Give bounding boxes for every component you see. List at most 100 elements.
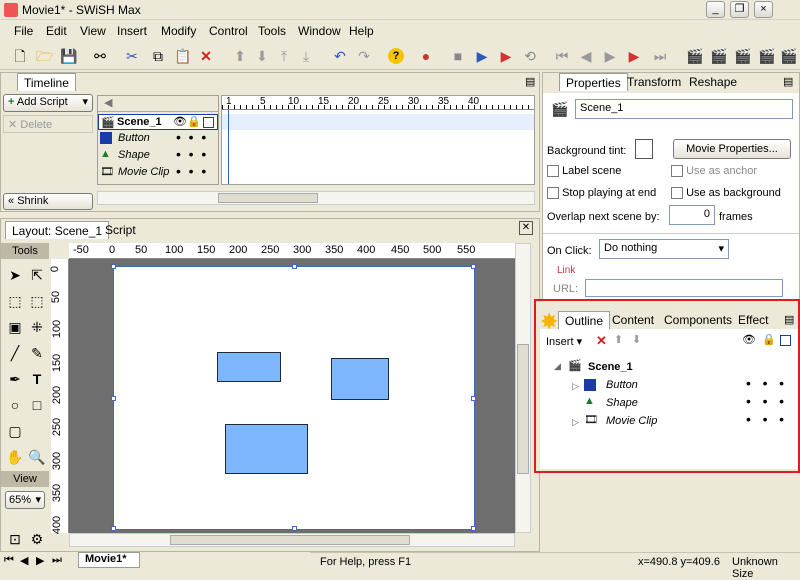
scroll-thumb[interactable] <box>218 193 318 203</box>
playhead[interactable] <box>228 110 229 184</box>
menu-insert[interactable]: Insert <box>117 24 147 38</box>
select-arrow-icon[interactable]: ➤ <box>5 265 25 285</box>
tab-components[interactable]: Components <box>658 311 738 329</box>
menu-modify[interactable]: Modify <box>161 24 196 38</box>
reshape-icon[interactable]: ⬚ <box>27 291 47 311</box>
lock-icon[interactable]: 🔒 <box>187 115 201 128</box>
redo-icon[interactable]: ↷ <box>356 48 372 64</box>
menu-tools[interactable]: Tools <box>258 24 286 38</box>
last-doc-icon[interactable]: ⏭ <box>52 554 62 567</box>
layer-row-shape[interactable]: ▲ Shape • • • <box>98 146 218 164</box>
autoshape-icon[interactable]: ▢ <box>5 421 25 441</box>
ellipse-icon[interactable]: ○ <box>5 395 25 415</box>
tab-timeline[interactable]: Timeline <box>17 73 76 91</box>
tab-movie1[interactable]: Movie1* <box>78 552 140 568</box>
move-up-icon[interactable]: ⬆ <box>614 333 623 346</box>
tab-transform[interactable]: Transform <box>621 73 687 91</box>
expand-icon[interactable]: ▷ <box>572 417 579 428</box>
subselect-icon[interactable]: ⇱ <box>27 265 47 285</box>
resize-handle[interactable] <box>111 526 116 531</box>
delete-icon[interactable]: ✕ <box>198 48 214 64</box>
close-window-button[interactable]: × <box>754 1 773 18</box>
new-file-icon[interactable]: 🗋 <box>12 48 28 64</box>
resize-handle[interactable] <box>111 396 116 401</box>
restore-button[interactable]: ❐ <box>730 1 749 18</box>
resize-handle[interactable] <box>471 396 476 401</box>
eye-icon[interactable]: 👁 <box>742 333 756 346</box>
insert-sprite-icon[interactable]: 🎬 <box>710 48 727 64</box>
tree-item-movieclip[interactable]: Movie Clip <box>606 415 657 427</box>
insert-shape-icon[interactable]: 🎬 <box>780 48 797 64</box>
help-icon[interactable]: ? <box>388 48 404 64</box>
timeline-scrollbar[interactable] <box>97 191 535 205</box>
tab-script[interactable]: Script <box>99 221 142 239</box>
workspace[interactable] <box>69 259 515 533</box>
preview-icon[interactable]: ⚯ <box>92 48 108 64</box>
scene-name-field[interactable]: Scene_1 <box>575 99 793 119</box>
undo-icon[interactable]: ↶ <box>332 48 348 64</box>
add-script-button[interactable]: + Add Script ▾ <box>3 94 93 112</box>
rectangle-icon[interactable]: □ <box>27 395 47 415</box>
cut-icon[interactable]: ✂ <box>124 48 140 64</box>
loop-icon[interactable]: ⟲ <box>522 48 538 64</box>
first-frame-icon[interactable]: ⏮ <box>554 48 570 64</box>
vertical-scrollbar[interactable] <box>515 243 531 533</box>
menu-control[interactable]: Control <box>209 24 248 38</box>
menu-file[interactable]: File <box>14 24 33 38</box>
label-scene-checkbox[interactable]: Label scene <box>547 165 621 178</box>
stop-icon[interactable]: ■ <box>450 48 466 64</box>
tree-item-button[interactable]: Button <box>606 379 638 391</box>
insert-dropdown[interactable]: Insert ▾ <box>546 335 582 348</box>
rectangle-shape[interactable] <box>225 424 308 474</box>
play-scene-icon[interactable]: ▶ <box>626 48 642 64</box>
hand-icon[interactable]: ✋ <box>5 447 25 467</box>
move-top-icon[interactable]: ⤒ <box>276 48 292 64</box>
tab-properties[interactable]: Properties <box>559 73 628 91</box>
move-down-icon[interactable]: ⬇ <box>254 48 270 64</box>
fill-transform-icon[interactable]: ▣ <box>5 317 25 337</box>
eye-icon[interactable]: 👁 <box>173 115 187 128</box>
move-bottom-icon[interactable]: ⤓ <box>298 48 314 64</box>
copy-icon[interactable]: ⧉ <box>150 48 166 64</box>
movie-properties-button[interactable]: Movie Properties... <box>673 139 791 159</box>
move-down-icon[interactable]: ⬇ <box>632 333 641 346</box>
outline-toggle[interactable] <box>203 117 214 128</box>
stop-playing-checkbox[interactable]: Stop playing at end <box>547 187 656 200</box>
preview-frame-icon[interactable]: ⊡ <box>5 529 25 549</box>
use-anchor-checkbox[interactable]: Use as anchor <box>671 165 757 178</box>
rectangle-shape[interactable] <box>217 352 281 382</box>
tab-reshape[interactable]: Reshape <box>683 73 743 91</box>
tab-effect[interactable]: Effect <box>732 311 774 329</box>
resize-handle[interactable] <box>471 264 476 269</box>
save-icon[interactable]: 💾 <box>60 48 77 64</box>
delete-button[interactable]: ✕ Delete <box>3 115 93 133</box>
tab-layout[interactable]: Layout: Scene_1 <box>5 221 110 239</box>
last-frame-icon[interactable]: ⏭ <box>652 48 668 64</box>
scroll-thumb[interactable] <box>170 535 410 545</box>
collapse-icon[interactable]: ◢ <box>554 361 561 372</box>
transform-icon[interactable]: ⬚ <box>5 291 25 311</box>
url-field[interactable] <box>585 279 783 297</box>
motion-path-icon[interactable]: ⁜ <box>27 317 47 337</box>
layer-row-movieclip[interactable]: 🎞 Movie Clip • • • <box>98 163 218 181</box>
frame-grid[interactable]: 1 5 10 15 20 25 30 35 40 <box>221 95 535 185</box>
expand-icon[interactable]: ▷ <box>572 381 579 392</box>
paste-icon[interactable]: 📋 <box>174 48 191 64</box>
move-up-icon[interactable]: ⬆ <box>232 48 248 64</box>
horizontal-scrollbar[interactable] <box>69 533 515 547</box>
panel-menu-icon[interactable]: ▤ <box>784 313 794 326</box>
next-frame-icon[interactable]: ▶ <box>602 48 618 64</box>
overlap-field[interactable]: 0 <box>669 205 715 225</box>
onclick-select[interactable]: Do nothing ▾ <box>599 239 729 259</box>
zoom-icon[interactable]: 🔍 <box>27 447 47 467</box>
resize-handle[interactable] <box>111 264 116 269</box>
tab-content[interactable]: Content <box>606 311 660 329</box>
delete-icon[interactable]: ✕ <box>596 333 607 349</box>
insert-group-icon[interactable]: 🎬 <box>758 48 775 64</box>
resize-handle[interactable] <box>292 526 297 531</box>
insert-button-icon[interactable]: 🎬 <box>734 48 751 64</box>
resize-handle[interactable] <box>471 526 476 531</box>
record-icon[interactable]: ● <box>418 48 434 64</box>
layer-row-scene[interactable]: 🎬 Scene_1 👁 🔒 <box>98 114 218 130</box>
menu-view[interactable]: View <box>80 24 106 38</box>
